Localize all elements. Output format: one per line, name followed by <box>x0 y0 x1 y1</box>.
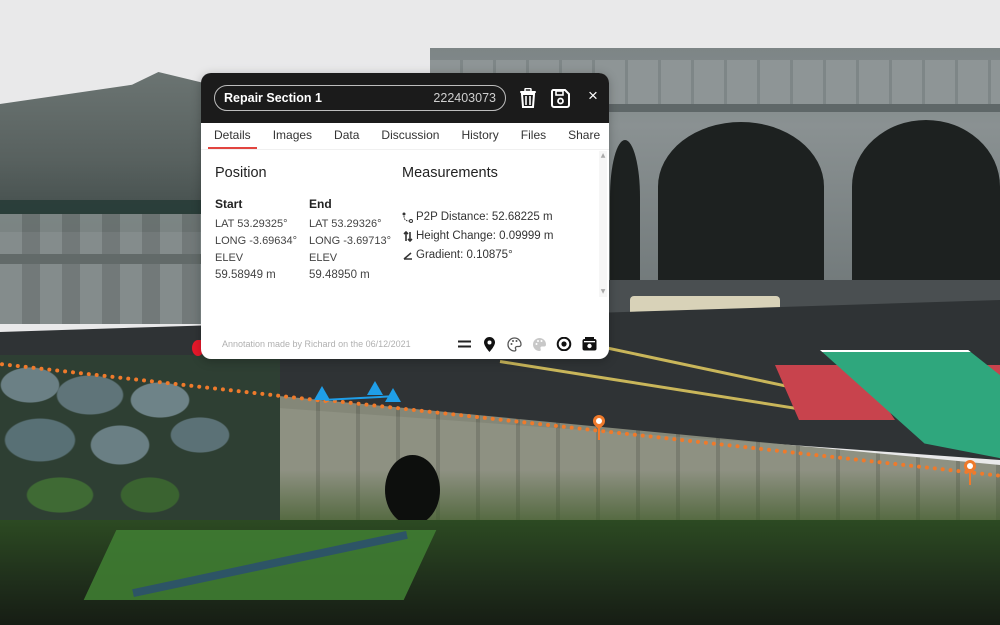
tab-images[interactable]: Images <box>265 128 320 149</box>
position-heading: Position <box>215 165 267 181</box>
save-icon <box>550 88 570 108</box>
close-icon: × <box>588 86 598 105</box>
end-long: LONG -3.69713° <box>309 235 392 247</box>
location-pin-button[interactable] <box>481 336 497 352</box>
gradient-value: Gradient: 0.10875° <box>416 249 513 261</box>
end-lat: LAT 53.29326° <box>309 218 382 230</box>
rock-armour <box>0 355 280 545</box>
culvert-outlet <box>385 455 440 525</box>
tab-discussion[interactable]: Discussion <box>373 128 447 149</box>
measurement-height-change: Height Change: 0.09999 m <box>402 230 553 242</box>
annotation-author-note: Annotation made by Richard on the 06/12/… <box>222 339 411 349</box>
pin-stem <box>598 428 600 440</box>
start-heading: Start <box>215 197 243 211</box>
height-change-icon <box>402 230 413 242</box>
line-color-button[interactable] <box>506 336 522 352</box>
measurement-p2p-distance: P2P Distance: 52.68225 m <box>402 211 553 223</box>
scroll-up-arrow[interactable]: ▲ <box>600 153 606 159</box>
start-long: LONG -3.69634° <box>215 235 298 247</box>
details-scrollbar[interactable]: ▲ ▼ <box>599 151 607 297</box>
start-elev-label: ELEV <box>215 252 244 264</box>
line-style-icon <box>457 340 471 348</box>
warning-triangle-icon[interactable] <box>367 381 383 395</box>
visibility-eye-icon <box>556 337 572 351</box>
viaduct-arch <box>852 120 1000 295</box>
scroll-down-arrow[interactable]: ▼ <box>600 289 606 295</box>
close-button[interactable]: × <box>581 84 605 108</box>
tab-files[interactable]: Files <box>513 128 554 149</box>
save-button[interactable] <box>548 86 572 110</box>
palette-fill-icon <box>532 337 546 351</box>
delete-button[interactable] <box>516 86 540 110</box>
line-style-button[interactable] <box>456 336 472 352</box>
start-elev: 59.58949 m <box>215 269 276 281</box>
annotation-toolbar <box>456 336 597 352</box>
tab-data[interactable]: Data <box>326 128 367 149</box>
tab-bar: Details Images Data Discussion History F… <box>201 123 609 150</box>
location-pin-icon <box>483 336 495 352</box>
tab-share[interactable]: Share <box>560 128 608 149</box>
start-lat: LAT 53.29325° <box>215 218 288 230</box>
p2p-distance-value: P2P Distance: 52.68225 m <box>416 211 553 223</box>
end-elev-label: ELEV <box>309 252 338 264</box>
annotation-id: 222403073 <box>433 91 496 105</box>
visibility-toggle-button[interactable] <box>556 336 572 352</box>
viaduct-arch <box>658 122 824 292</box>
height-change-value: Height Change: 0.09999 m <box>416 230 554 242</box>
annotation-title-field[interactable]: Repair Section 1 222403073 <box>214 85 506 111</box>
tab-history[interactable]: History <box>453 128 506 149</box>
trash-icon <box>520 88 536 108</box>
panel-footer: Annotation made by Richard on the 06/12/… <box>201 329 609 359</box>
gradient-icon <box>402 251 413 260</box>
annotation-title[interactable]: Repair Section 1 <box>224 91 322 105</box>
measurement-gradient: Gradient: 0.10875° <box>402 249 513 261</box>
pin-stem <box>969 473 971 485</box>
warning-triangle-icon[interactable] <box>314 386 330 400</box>
panel-header: Repair Section 1 222403073 × <box>201 73 609 123</box>
fill-color-button[interactable] <box>531 336 547 352</box>
camera-view-button[interactable] <box>581 336 597 352</box>
measurements-heading: Measurements <box>402 165 498 181</box>
p2p-distance-icon <box>402 212 413 223</box>
tab-details[interactable]: Details <box>206 128 259 149</box>
warning-triangle-icon[interactable] <box>385 388 401 402</box>
end-heading: End <box>309 197 332 211</box>
palette-icon <box>506 336 522 352</box>
end-elev: 59.48950 m <box>309 269 370 281</box>
viaduct-arch <box>610 140 640 290</box>
camera-view-icon <box>582 337 596 351</box>
annotation-panel: Repair Section 1 222403073 × Details Ima… <box>201 73 609 359</box>
details-content: Position Start LAT 53.29325° LONG -3.696… <box>201 150 609 330</box>
